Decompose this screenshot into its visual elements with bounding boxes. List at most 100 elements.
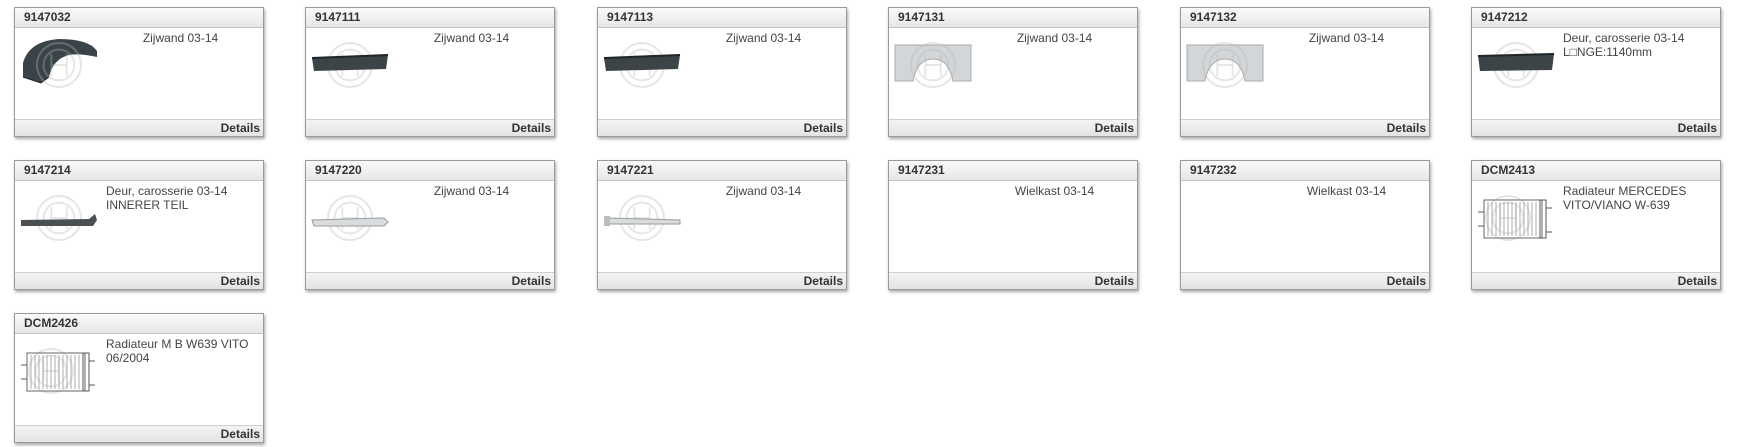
- product-description-line: Zijwand 03-14: [142, 31, 219, 45]
- product-description: Radiateur MERCEDES VITO/VIANO W-639: [1563, 184, 1712, 212]
- product-description-line: Wielkast 03-14: [1014, 184, 1095, 198]
- card-body: Zijwand 03-14: [306, 181, 554, 272]
- product-description: Zijwand 03-14: [980, 31, 1129, 45]
- product-description-line: Zijwand 03-14: [725, 31, 802, 45]
- product-card: 9147032 Zijwand 03-14 Details: [14, 7, 264, 137]
- product-description-line: Deur, carosserie 03-14: [106, 184, 228, 198]
- product-description: Zijwand 03-14: [689, 31, 838, 45]
- product-code[interactable]: 9147221: [598, 161, 846, 181]
- card-body: Deur, carosserie 03-14 L□NGE:1140mm: [1472, 28, 1720, 119]
- product-code[interactable]: DCM2413: [1472, 161, 1720, 181]
- card-footer: Details: [1181, 119, 1429, 136]
- product-thumbnail[interactable]: [19, 33, 99, 93]
- details-link[interactable]: Details: [512, 120, 551, 136]
- product-card: 9147131 Zijwand 03-14 Details: [888, 7, 1138, 137]
- product-card: 9147212 Deur, carosserie 03-14 L□NGE:1140…: [1471, 7, 1721, 137]
- product-description-line: Zijwand 03-14: [433, 31, 510, 45]
- details-link[interactable]: Details: [512, 273, 551, 289]
- product-description-line: VITO/VIANO W-639: [1563, 198, 1670, 212]
- card-body: Deur, carosserie 03-14 INNERER TEIL: [15, 181, 263, 272]
- product-description: Deur, carosserie 03-14 L□NGE:1140mm: [1563, 31, 1712, 59]
- product-thumbnail[interactable]: [893, 33, 973, 93]
- product-code[interactable]: 9147032: [15, 8, 263, 28]
- product-description-line: Wielkast 03-14: [1306, 184, 1387, 198]
- product-description-line: 06/2004: [106, 351, 150, 365]
- card-body: Wielkast 03-14: [889, 181, 1137, 272]
- product-thumbnail[interactable]: [602, 186, 682, 246]
- product-description: Zijwand 03-14: [397, 31, 546, 45]
- card-footer: Details: [15, 425, 263, 442]
- product-thumbnail[interactable]: [310, 186, 390, 246]
- product-description-line: Zijwand 03-14: [1308, 31, 1385, 45]
- card-footer: Details: [306, 119, 554, 136]
- product-code[interactable]: 9147132: [1181, 8, 1429, 28]
- product-description-line: INNERER TEIL: [106, 198, 189, 212]
- details-link[interactable]: Details: [1678, 273, 1717, 289]
- card-body: Radiateur M B W639 VITO 06/2004: [15, 334, 263, 425]
- product-code[interactable]: 9147212: [1472, 8, 1720, 28]
- product-description-line: Deur, carosserie 03-14: [1563, 31, 1685, 45]
- product-code[interactable]: 9147113: [598, 8, 846, 28]
- details-link[interactable]: Details: [1678, 120, 1717, 136]
- product-card: DCM2426 Radiateur M B W639 VITO 06/2004 D…: [14, 313, 264, 443]
- product-description-line: Zijwand 03-14: [725, 184, 802, 198]
- details-link[interactable]: Details: [804, 273, 843, 289]
- product-description: Wielkast 03-14: [1272, 184, 1421, 198]
- card-footer: Details: [1181, 272, 1429, 289]
- product-card: 9147231 Wielkast 03-14 Details: [888, 160, 1138, 290]
- card-body: Zijwand 03-14: [1181, 28, 1429, 119]
- product-code[interactable]: 9147220: [306, 161, 554, 181]
- product-code[interactable]: 9147214: [15, 161, 263, 181]
- product-description-line: Zijwand 03-14: [1016, 31, 1093, 45]
- product-thumbnail[interactable]: [602, 33, 682, 93]
- card-body: Zijwand 03-14: [598, 28, 846, 119]
- details-link[interactable]: Details: [221, 426, 260, 442]
- card-footer: Details: [889, 272, 1137, 289]
- product-code[interactable]: DCM2426: [15, 314, 263, 334]
- product-thumbnail[interactable]: [1476, 33, 1556, 93]
- product-thumbnail[interactable]: [19, 339, 99, 399]
- product-thumbnail[interactable]: [310, 33, 390, 93]
- product-description: Zijwand 03-14: [106, 31, 255, 45]
- product-description: Zijwand 03-14: [397, 184, 546, 198]
- product-code[interactable]: 9147131: [889, 8, 1137, 28]
- product-description-line: Radiateur MERCEDES: [1563, 184, 1687, 198]
- card-footer: Details: [15, 119, 263, 136]
- product-card: DCM2413 Radiateur MERCEDES VITO/VIANO W-6…: [1471, 160, 1721, 290]
- product-description: Wielkast 03-14: [980, 184, 1129, 198]
- product-thumbnail[interactable]: [1476, 186, 1556, 246]
- product-description-line: Zijwand 03-14: [433, 184, 510, 198]
- product-description: Deur, carosserie 03-14 INNERER TEIL: [106, 184, 255, 212]
- card-body: Wielkast 03-14: [1181, 181, 1429, 272]
- product-code[interactable]: 9147232: [1181, 161, 1429, 181]
- details-link[interactable]: Details: [221, 120, 260, 136]
- card-footer: Details: [1472, 119, 1720, 136]
- product-description: Radiateur M B W639 VITO 06/2004: [106, 337, 255, 365]
- product-thumbnail[interactable]: [19, 186, 99, 246]
- details-link[interactable]: Details: [221, 273, 260, 289]
- card-footer: Details: [1472, 272, 1720, 289]
- product-code[interactable]: 9147111: [306, 8, 554, 28]
- details-link[interactable]: Details: [1095, 120, 1134, 136]
- product-description: Zijwand 03-14: [1272, 31, 1421, 45]
- product-card: 9147111 Zijwand 03-14 Details: [305, 7, 555, 137]
- card-footer: Details: [598, 119, 846, 136]
- card-body: Zijwand 03-14: [889, 28, 1137, 119]
- card-body: Zijwand 03-14: [15, 28, 263, 119]
- product-description-line: Radiateur M B W639 VITO: [106, 337, 249, 351]
- details-link[interactable]: Details: [1387, 273, 1426, 289]
- card-body: Radiateur MERCEDES VITO/VIANO W-639: [1472, 181, 1720, 272]
- product-card: 9147132 Zijwand 03-14 Details: [1180, 7, 1430, 137]
- details-link[interactable]: Details: [1095, 273, 1134, 289]
- product-code[interactable]: 9147231: [889, 161, 1137, 181]
- product-card: 9147221 Zijwand 03-14 Details: [597, 160, 847, 290]
- details-link[interactable]: Details: [804, 120, 843, 136]
- details-link[interactable]: Details: [1387, 120, 1426, 136]
- product-card: 9147232 Wielkast 03-14 Details: [1180, 160, 1430, 290]
- card-footer: Details: [15, 272, 263, 289]
- product-description: Zijwand 03-14: [689, 184, 838, 198]
- card-body: Zijwand 03-14: [306, 28, 554, 119]
- product-thumbnail[interactable]: [1185, 33, 1265, 93]
- product-card: 9147113 Zijwand 03-14 Details: [597, 7, 847, 137]
- product-card: 9147220 Zijwand 03-14 Details: [305, 160, 555, 290]
